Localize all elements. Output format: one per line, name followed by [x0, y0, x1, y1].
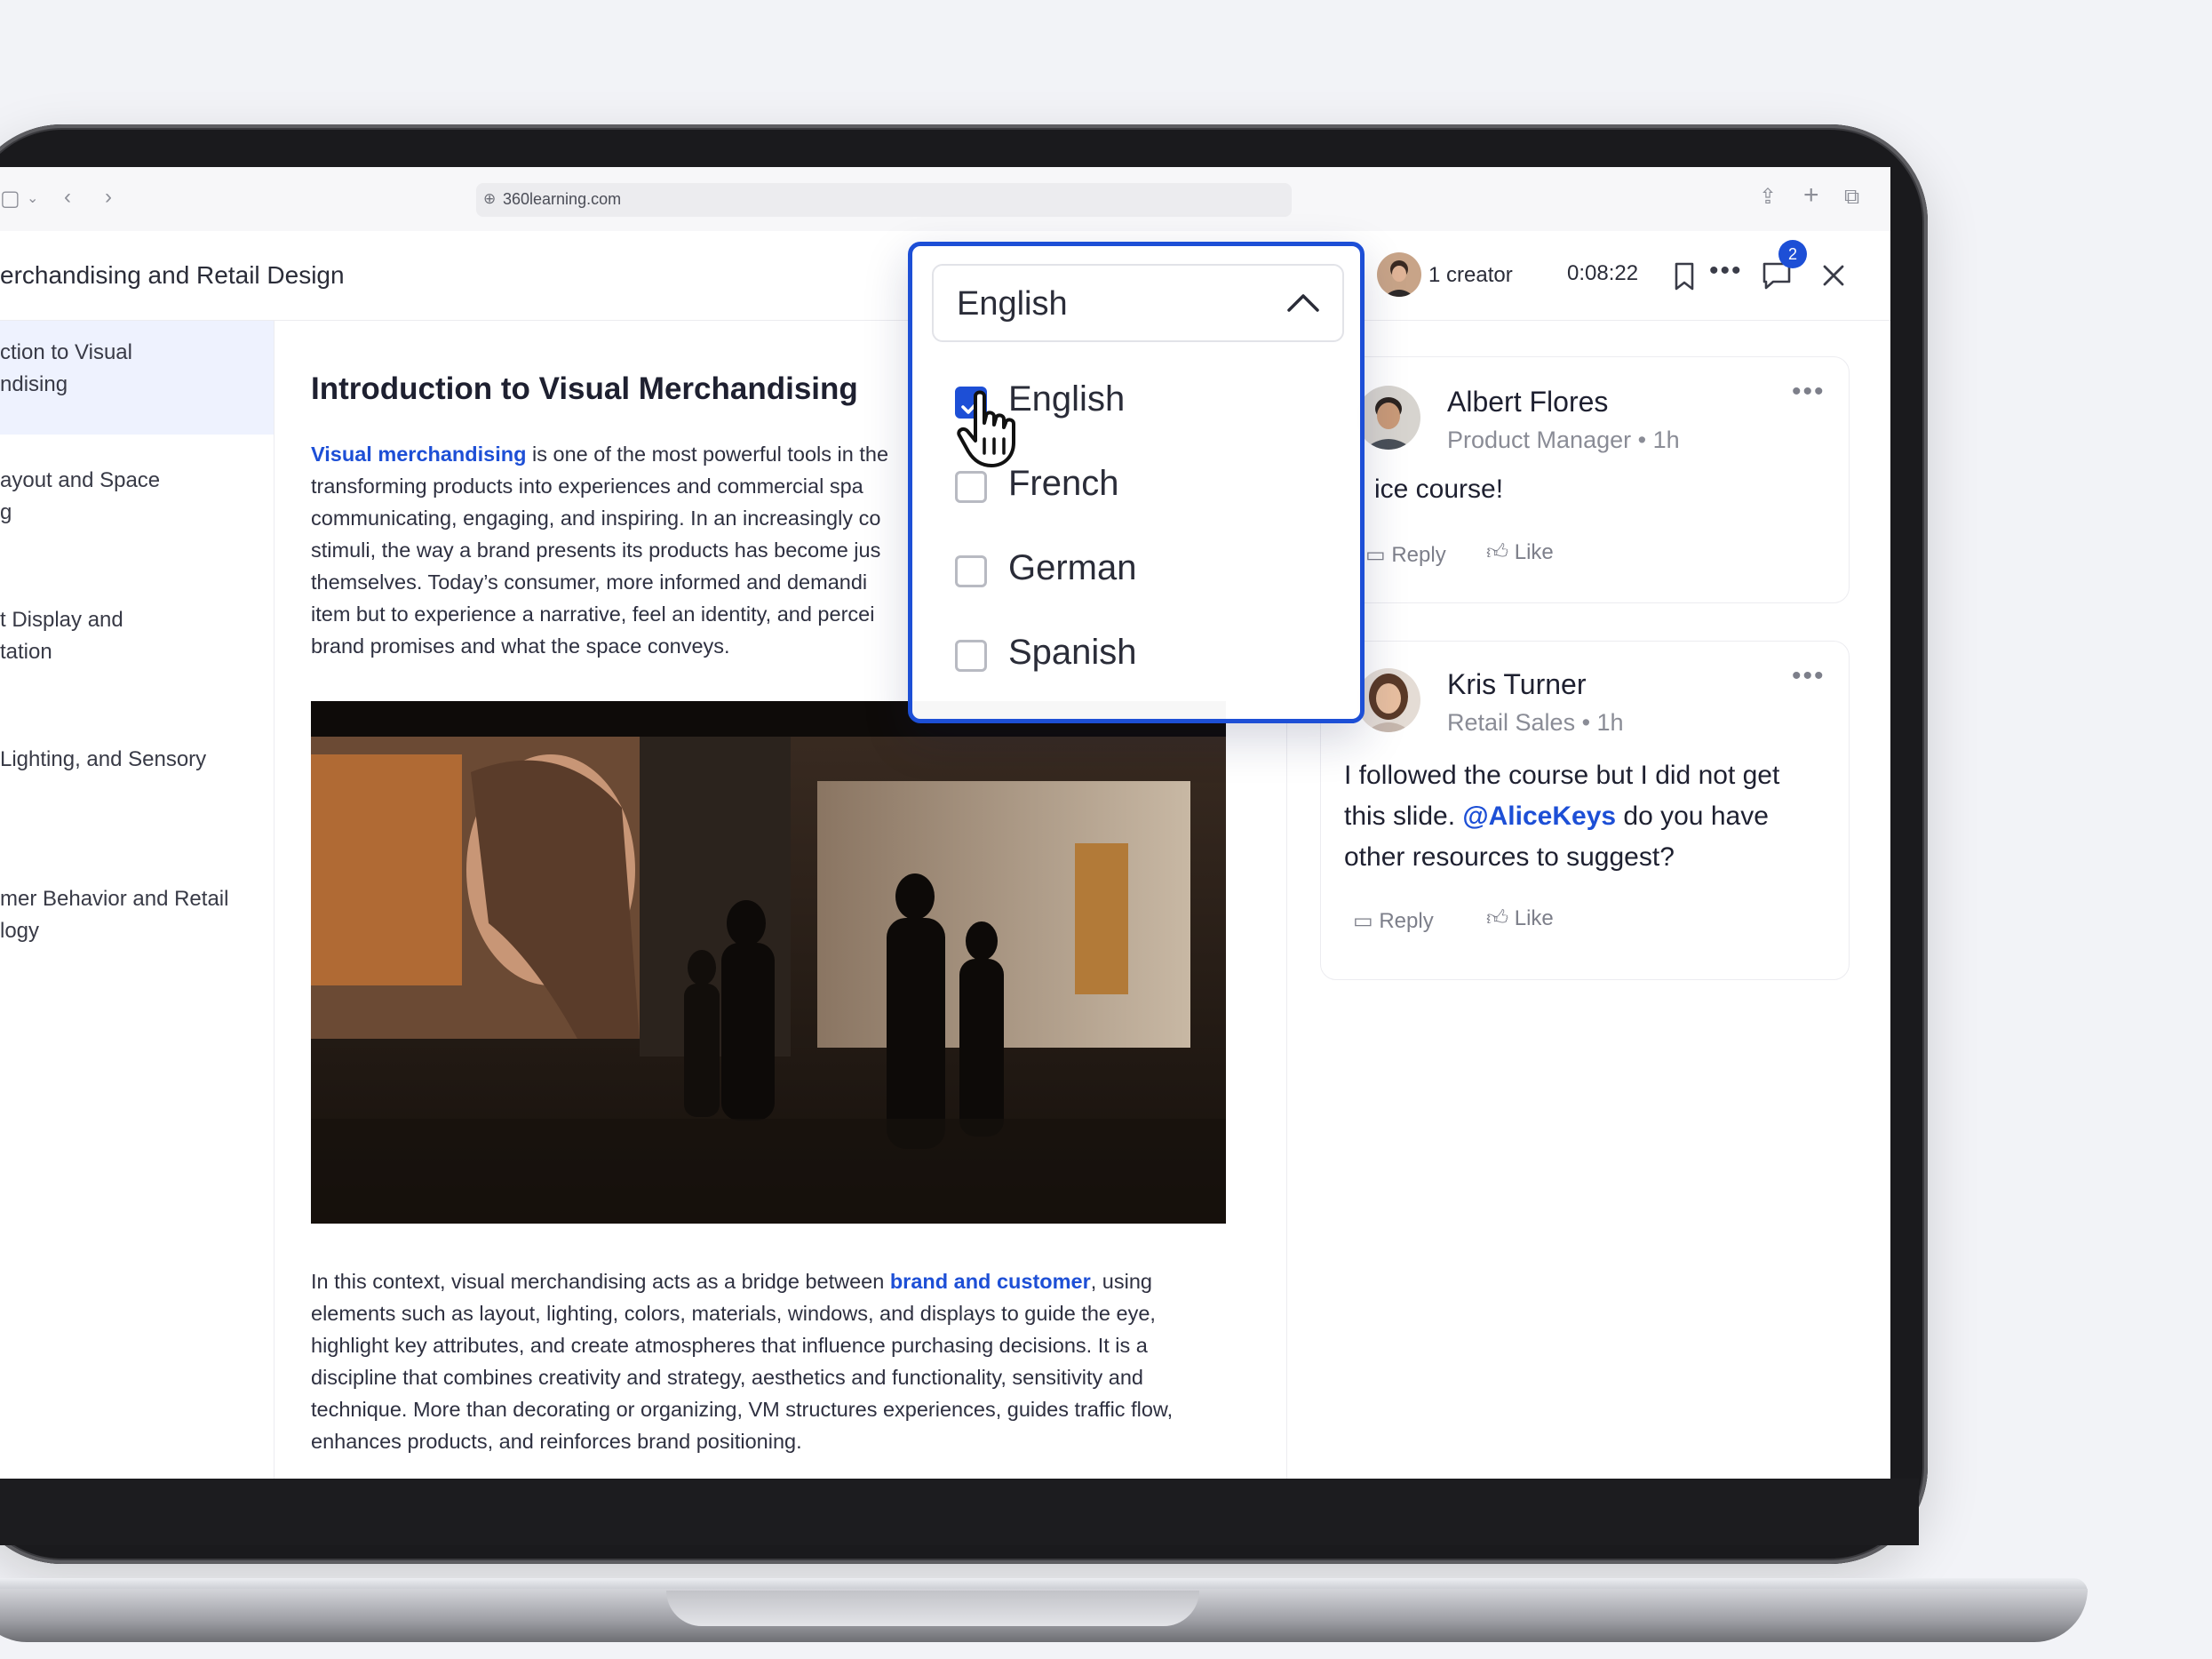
comment-text-line: this slide. [1344, 802, 1463, 831]
close-icon[interactable] [1821, 263, 1846, 288]
like-label: Like [1514, 540, 1554, 564]
comment-text: I followed the course but I did not get … [1344, 755, 1842, 878]
comment-options-icon[interactable]: ••• [1792, 661, 1826, 691]
comment-card: Albert Flores Product Manager • 1h ••• i… [1320, 356, 1850, 603]
comment-text: ice course! [1374, 475, 1504, 504]
avatar[interactable] [1357, 386, 1420, 450]
bookmark-icon[interactable] [1672, 261, 1697, 291]
language-option-label: German [1008, 548, 1137, 587]
comment-author[interactable]: Kris Turner [1447, 668, 1586, 701]
reply-label: Reply [1379, 909, 1434, 933]
browser-toolbar: ▢ ⌄ ‹ › ⊕ 360learning.com ⇪ + ⧉ [0, 167, 1890, 232]
reply-label: Reply [1391, 543, 1446, 567]
avatar[interactable] [1357, 668, 1420, 732]
sidebar-item-label: g [0, 500, 12, 524]
chevron-down-icon[interactable]: ⌄ [27, 188, 38, 210]
forward-icon[interactable]: › [105, 187, 112, 208]
comment-text-line: other resources to suggest? [1344, 842, 1675, 872]
laptop-notch [666, 1591, 1199, 1626]
new-tab-icon[interactable]: + [1803, 182, 1819, 209]
url-text: 360learning.com [503, 190, 622, 208]
course-title: erchandising and Retail Design [0, 261, 345, 289]
tabs-overview-icon[interactable]: ⧉ [1844, 187, 1859, 208]
thumbs-up-icon: 👍︎ [1486, 540, 1515, 564]
context-paragraph: In this context, visual merchandising ac… [311, 1265, 1261, 1457]
creator-count[interactable]: 1 creator [1428, 263, 1513, 288]
sidebar-item-label: mer Behavior and Retail [0, 887, 229, 911]
language-option-label: French [1008, 464, 1119, 503]
sidebar-item-label: Lighting, and Sensory [0, 747, 207, 771]
like-button[interactable]: 👍︎ Like [1486, 906, 1554, 931]
user-mention[interactable]: @AliceKeys [1462, 802, 1616, 831]
sidebar-item-consumer-behavior[interactable]: mer Behavior and Retail logy [0, 867, 274, 965]
language-option-label: English [1008, 379, 1126, 419]
checkbox-spanish[interactable] [955, 640, 987, 672]
reply-button[interactable]: ▭ Reply [1353, 908, 1434, 934]
sidebar-toggle-icon[interactable]: ▢ [0, 188, 20, 210]
sidebar-item-label: t Display and [0, 608, 123, 632]
paragraph-line: , using [1090, 1270, 1152, 1293]
checkbox-german[interactable] [955, 555, 987, 587]
language-dropdown: English English French German Spanish [908, 242, 1365, 723]
sidebar-item-label: ndising [0, 372, 68, 396]
visual-merchandising-link[interactable]: Visual merchandising [311, 443, 526, 466]
paragraph-line: is one of the most powerful tools in the [526, 443, 889, 466]
sidebar-item-display[interactable]: t Display and tation [0, 588, 274, 686]
sidebar-item-introduction[interactable]: ction to Visual ndising [0, 321, 274, 435]
sidebar-item-lighting[interactable]: Lighting, and Sensory [0, 728, 274, 826]
language-option-label: Spanish [1008, 633, 1137, 672]
sidebar-item-label: ayout and Space [0, 468, 161, 492]
chevron-up-icon[interactable] [1285, 285, 1321, 321]
comment-text-line: do you have [1616, 802, 1769, 831]
comments-badge: 2 [1778, 240, 1807, 268]
more-options-icon[interactable]: ••• [1709, 258, 1743, 284]
comment-text-line: I followed the course but I did not get [1344, 761, 1780, 790]
thumbs-up-icon: 👍︎ [1486, 906, 1515, 930]
reply-icon: ▭ [1353, 909, 1380, 933]
hand-cursor-icon [954, 389, 1025, 469]
lesson-hero-image [311, 701, 1226, 1224]
comment-options-icon[interactable]: ••• [1792, 377, 1826, 407]
sidebar-item-label: logy [0, 919, 40, 943]
paragraph-line: highlight key attributes, and create atm… [311, 1334, 1148, 1357]
paragraph-line: discipline that combines creativity and … [311, 1366, 1143, 1389]
paragraph-line: In this context, visual merchandising ac… [311, 1270, 890, 1293]
comment-card: Kris Turner Retail Sales • 1h ••• I foll… [1320, 641, 1850, 980]
sidebar-item-layout[interactable]: ayout and Space g [0, 449, 274, 546]
laptop-screen-chin [0, 1479, 1919, 1545]
globe-icon: ⊕ [483, 190, 497, 207]
course-timer: 0:08:22 [1567, 261, 1639, 285]
comment-author[interactable]: Albert Flores [1447, 386, 1608, 419]
reply-button[interactable]: ▭ Reply [1365, 542, 1446, 568]
share-icon[interactable]: ⇪ [1759, 187, 1777, 208]
reply-icon: ▭ [1365, 543, 1392, 567]
paragraph-line: enhances products, and reinforces brand … [311, 1430, 802, 1453]
back-icon[interactable]: ‹ [64, 187, 71, 208]
like-label: Like [1514, 906, 1554, 930]
comment-author-role: Product Manager • 1h [1447, 427, 1680, 453]
paragraph-line: technique. More than decorating or organ… [311, 1398, 1174, 1421]
language-select-value: English [957, 285, 1068, 323]
brand-and-customer-link[interactable]: brand and customer [890, 1270, 1091, 1293]
sidebar-item-label: ction to Visual [0, 340, 132, 364]
checkbox-french[interactable] [955, 471, 987, 503]
language-select[interactable]: English [932, 264, 1344, 342]
comment-author-role: Retail Sales • 1h [1447, 709, 1624, 736]
like-button[interactable]: 👍︎ Like [1486, 540, 1554, 565]
sidebar-item-label: tation [0, 640, 52, 664]
chapter-sidebar: ction to Visual ndising ayout and Space … [0, 321, 275, 1479]
address-bar[interactable]: ⊕ 360learning.com [476, 183, 1292, 217]
creator-avatar[interactable] [1377, 252, 1421, 297]
lesson-heading: Introduction to Visual Merchandising [311, 371, 858, 406]
paragraph-line: elements such as layout, lighting, color… [311, 1302, 1156, 1325]
